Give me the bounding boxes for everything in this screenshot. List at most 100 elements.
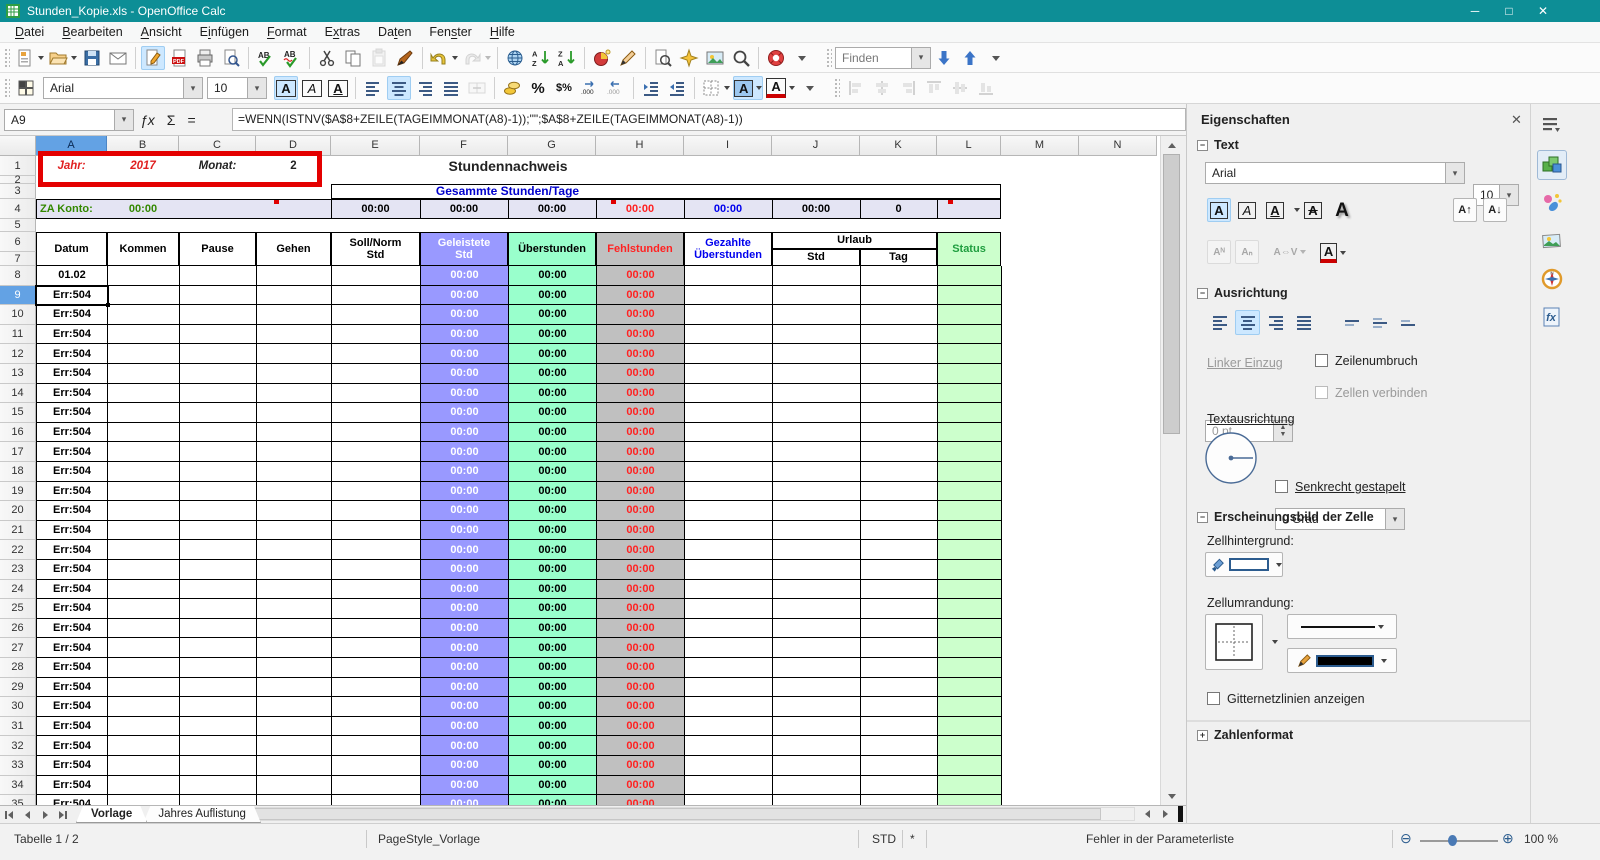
cell-pause[interactable] [180,560,257,580]
cell-datum[interactable]: Err:504 [37,364,108,384]
cell-geleistete[interactable]: 00:00 [421,658,509,678]
cell-fehlstunden[interactable]: 00:00 [597,677,685,698]
cell-ueberstunden[interactable]: 00:00 [509,383,597,404]
cell-urlaub-std[interactable] [773,324,861,345]
cell-ueberstunden[interactable]: 00:00 [509,540,597,560]
cell-gehen[interactable] [257,618,332,639]
zoom-button[interactable] [729,46,753,70]
header-pause[interactable]: Pause [179,232,256,266]
cell-urlaub-tag[interactable] [861,305,938,325]
cell-geleistete[interactable]: 00:00 [421,560,509,580]
cell-fehlstunden[interactable]: 00:00 [597,383,685,404]
cell-ueberstunden[interactable]: 00:00 [509,697,597,717]
cell-geleistete[interactable]: 00:00 [421,422,509,443]
name-box[interactable]: A9 ▾ [4,108,134,131]
cell-datum[interactable]: Err:504 [37,442,108,462]
chevron-down-icon[interactable]: ▾ [114,109,133,130]
cell-kommen[interactable] [108,658,180,678]
cell-gehen[interactable] [257,383,332,404]
cell-pause[interactable] [180,579,257,600]
cell-soll[interactable] [332,501,421,521]
copy-button[interactable] [341,46,365,70]
row-header-11[interactable]: 11 [0,324,36,345]
cell-border-preset-button[interactable] [1205,614,1263,670]
cell-urlaub-std[interactable] [773,716,861,737]
cell-ueberstunden[interactable]: 00:00 [509,736,597,756]
cell-urlaub-std[interactable] [773,638,861,658]
summary-e[interactable]: 00:00 [331,199,420,219]
cell-ueberstunden[interactable]: 00:00 [509,324,597,345]
cell-gehen[interactable] [257,716,332,737]
cell-datum[interactable]: Err:504 [37,540,108,560]
cell-fehlstunden[interactable]: 00:00 [597,736,685,756]
section-number-format[interactable]: + Zahlenformat [1197,728,1293,742]
cell-kommen[interactable] [108,716,180,737]
cell-ueberstunden[interactable]: 00:00 [509,677,597,698]
panel-char-spacing-button[interactable]: A⇔V [1274,240,1307,264]
scroll-down-icon[interactable] [1163,788,1180,804]
cell-gezahlte[interactable] [685,618,773,639]
cell-gehen[interactable] [257,462,332,482]
cell-geleistete[interactable]: 00:00 [421,364,509,384]
cell-gezahlte[interactable] [685,442,773,462]
cell-urlaub-std[interactable] [773,344,861,364]
cell-pause[interactable] [180,795,257,805]
align-right-button[interactable] [413,76,437,100]
section-text[interactable]: − Text [1197,138,1239,152]
cell-soll[interactable] [332,677,421,698]
cell-urlaub-tag[interactable] [861,364,938,384]
cell-kommen[interactable] [108,383,180,404]
cell-urlaub-std[interactable] [773,677,861,698]
cell-kommen[interactable] [108,520,180,541]
cell-ueberstunden[interactable]: 00:00 [509,442,597,462]
row-header-14[interactable]: 14 [0,383,36,404]
cell-pause[interactable] [180,716,257,737]
column-header-E[interactable]: E [331,136,420,156]
cell-gezahlte[interactable] [685,520,773,541]
row-header-32[interactable]: 32 [0,736,36,756]
cell-status[interactable] [938,383,1002,404]
overflow-button[interactable] [984,46,1008,70]
cell-kommen[interactable] [108,677,180,698]
cell-urlaub-tag[interactable] [861,599,938,619]
column-header-N[interactable]: N [1079,136,1157,156]
cell-gezahlte[interactable] [685,677,773,698]
cell-urlaub-std[interactable] [773,658,861,678]
cell-ueberstunden[interactable]: 00:00 [509,560,597,580]
sidebar-properties-icon[interactable] [1537,150,1567,180]
cell-gehen[interactable] [257,344,332,364]
cell-soll[interactable] [332,756,421,776]
find-replace-button[interactable] [651,46,675,70]
dropdown-arrow-icon[interactable] [724,86,730,90]
cell-urlaub-tag[interactable] [861,756,938,776]
cell-datum[interactable]: Err:504 [37,520,108,541]
cell-status[interactable] [938,344,1002,364]
bold-button[interactable]: A [274,76,298,100]
open-button[interactable] [47,46,78,70]
row-header-20[interactable]: 20 [0,501,36,521]
cell-kommen[interactable] [108,266,180,286]
zoom-in-icon[interactable]: ⊕ [1502,830,1514,847]
cell-status[interactable] [938,756,1002,776]
cell-urlaub-std[interactable] [773,442,861,462]
summary-j[interactable]: 00:00 [772,199,860,219]
cell-ueberstunden[interactable]: 00:00 [509,520,597,541]
cell-fehlstunden[interactable]: 00:00 [597,795,685,805]
cell-status[interactable] [938,716,1002,737]
cell-status[interactable] [938,540,1002,560]
za-konto-value[interactable]: 00:00 [107,199,179,219]
cell-geleistete[interactable]: 00:00 [421,677,509,698]
draw-functions-button[interactable] [616,46,640,70]
cell-ueberstunden[interactable]: 00:00 [509,266,597,286]
za-konto-label[interactable]: ZA Konto: [38,199,107,219]
row-header-33[interactable]: 33 [0,756,36,776]
cell-geleistete[interactable]: 00:00 [421,324,509,345]
cell-kommen[interactable] [108,422,180,443]
row-header-9[interactable]: 9 [0,285,36,306]
panel-align-middle-button[interactable] [1367,310,1392,335]
cell-gezahlte[interactable] [685,403,773,423]
paste-button[interactable] [367,46,391,70]
obj-align-right-button[interactable] [896,76,920,100]
cell-gehen[interactable] [257,324,332,345]
find-up-button[interactable] [958,46,982,70]
